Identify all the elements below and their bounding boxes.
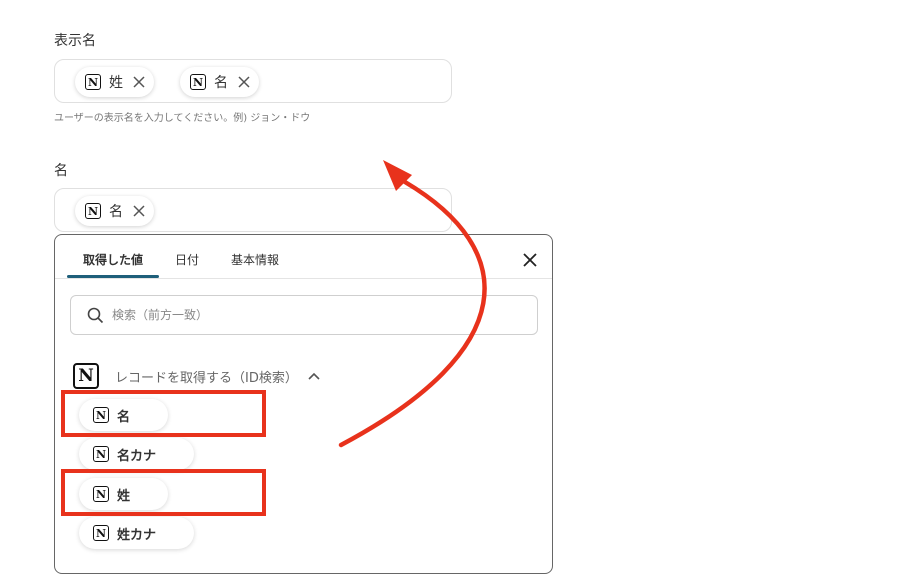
arrow-annotation — [338, 160, 487, 448]
